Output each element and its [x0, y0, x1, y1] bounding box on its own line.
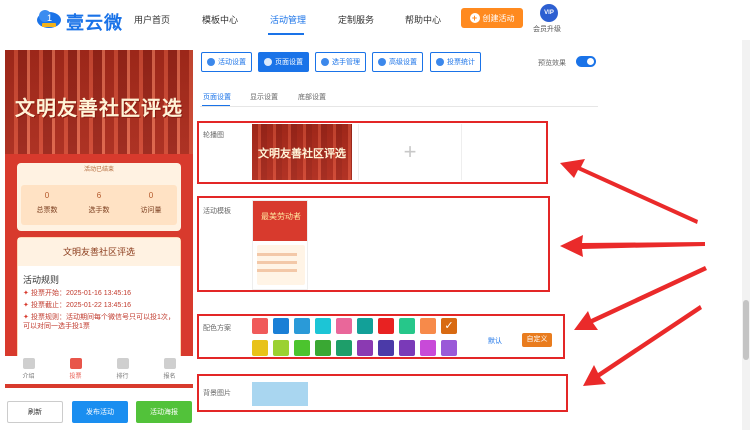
tool-label: 活动设置 [218, 59, 246, 66]
contestant-management-button[interactable]: 选手管理 [315, 52, 366, 72]
stat-value: 0 [148, 191, 154, 200]
stats-row: 0 总票数 6 选手数 0 访问量 [21, 185, 177, 225]
star-icon: ✦ [23, 290, 29, 297]
banner-title: 文明友善社区评选 [15, 96, 183, 120]
nav-template-center[interactable]: 模板中心 [202, 13, 238, 26]
document-icon [22, 358, 35, 369]
vip-icon[interactable]: VIP [540, 4, 558, 22]
activity-info-card: 文明友善社区评选 活动规则 ✦ 投票开始：2025-01-16 13:45:16 … [17, 237, 181, 362]
highlight-background-box [197, 374, 568, 412]
subtab-active-indicator [202, 105, 230, 106]
info-card-title: 文明友善社区评选 [18, 238, 180, 266]
preview-banner: 文明友善社区评选 [5, 50, 193, 154]
page-scrollbar-thumb[interactable] [743, 300, 749, 360]
subtab-divider [200, 106, 598, 107]
refresh-button[interactable]: 刷新 [7, 401, 63, 423]
nav-custom-service[interactable]: 定制服务 [338, 13, 374, 26]
nav-help-center[interactable]: 帮助中心 [405, 13, 441, 26]
rule-vote-end: ✦ 投票截止：2025-01-22 13:45:16 [23, 301, 177, 310]
tab-signup[interactable]: 报名 [146, 356, 193, 384]
svg-text:1: 1 [47, 13, 52, 23]
subtab-footer-settings[interactable]: 底部设置 [298, 92, 326, 102]
star-icon: ✦ [23, 314, 29, 321]
tab-label: 投票 [69, 374, 82, 380]
rule-text: 投票规则：活动期间每个微信号只可以投1次，可以对同一选手投1票 [23, 314, 175, 330]
tool-label: 高级设置 [389, 59, 417, 66]
subtab-page-settings[interactable]: 页面设置 [203, 92, 231, 102]
preview-effect-toggle[interactable] [576, 56, 596, 67]
nav-user-home[interactable]: 用户首页 [134, 13, 170, 26]
stat-total-votes: 0 总票数 [21, 185, 73, 225]
person-icon [163, 358, 176, 369]
highlight-color-box [197, 314, 565, 359]
nav-active-indicator [268, 33, 304, 35]
brand-name[interactable]: 壹云微 [66, 9, 123, 35]
highlight-carousel-box [197, 121, 548, 184]
advanced-settings-button[interactable]: 高级设置 [372, 52, 423, 72]
cloud-logo-icon[interactable]: 1 [36, 7, 62, 29]
nav-activity-management[interactable]: 活动管理 [270, 13, 306, 26]
stat-value: 0 [44, 191, 50, 200]
settings-icon [207, 58, 215, 66]
activity-poster-button[interactable]: 活动海报 [136, 401, 192, 423]
mobile-preview: 文明友善社区评选 活动已结束 0 总票数 6 选手数 0 访问量 文明友善社区评… [5, 50, 193, 388]
vote-statistics-button[interactable]: 投票统计 [430, 52, 481, 72]
rule-text: 投票截止：2025-01-22 13:45:16 [31, 302, 131, 309]
stat-label: 访问量 [140, 207, 162, 214]
users-icon [321, 58, 329, 66]
preview-tab-bar: 介绍 投票 排行 报名 [5, 356, 193, 384]
stat-label: 总票数 [36, 207, 58, 214]
rule-text: 投票开始：2025-01-16 13:45:16 [31, 290, 131, 297]
activity-settings-button[interactable]: 活动设置 [201, 52, 252, 72]
stat-label: 选手数 [88, 207, 110, 214]
home-icon [69, 358, 82, 369]
rule-vote-start: ✦ 投票开始：2025-01-16 13:45:16 [23, 289, 177, 298]
tab-vote[interactable]: 投票 [52, 356, 99, 384]
crown-icon [116, 358, 129, 369]
subtab-display-settings[interactable]: 显示设置 [250, 92, 278, 102]
rule-vote-policy: ✦ 投票规则：活动期间每个微信号只可以投1次，可以对同一选手投1票 [23, 313, 177, 331]
tool-label: 投票统计 [447, 59, 475, 66]
tool-label: 页面设置 [275, 59, 303, 66]
create-activity-button[interactable]: + 创建活动 [461, 8, 523, 28]
rules-heading: 活动规则 [23, 275, 60, 285]
activity-status-card: 活动已结束 0 总票数 6 选手数 0 访问量 [17, 163, 181, 231]
vip-upgrade-link[interactable]: 会员升级 [533, 24, 561, 34]
star-icon: ✦ [23, 302, 29, 309]
page-scrollbar[interactable] [742, 40, 750, 430]
stat-contestants: 6 选手数 [73, 185, 125, 225]
activity-status: 活动已结束 [83, 167, 114, 173]
arrow-icon [560, 159, 707, 386]
sliders-icon [378, 58, 386, 66]
create-activity-label: 创建活动 [482, 13, 515, 23]
tab-ranking[interactable]: 排行 [99, 356, 146, 384]
tab-label: 介绍 [22, 374, 35, 380]
tab-intro[interactable]: 介绍 [5, 356, 52, 384]
page-settings-button[interactable]: 页面设置 [258, 52, 309, 72]
plus-icon: + [469, 13, 480, 23]
top-nav-bar: 1 壹云微 用户首页 模板中心 活动管理 定制服务 帮助中心 + 创建活动 VI… [0, 0, 750, 40]
stat-value: 6 [96, 191, 102, 200]
highlight-template-box [197, 196, 550, 292]
preview-effect-label: 预览效果 [538, 60, 566, 67]
tab-label: 报名 [163, 374, 176, 380]
tab-label: 排行 [116, 374, 129, 380]
gear-icon [264, 58, 272, 66]
tool-label: 选手管理 [332, 59, 360, 66]
stat-visits: 0 访问量 [125, 185, 177, 225]
bar-chart-icon [436, 58, 444, 66]
publish-activity-button[interactable]: 发布活动 [72, 401, 128, 423]
